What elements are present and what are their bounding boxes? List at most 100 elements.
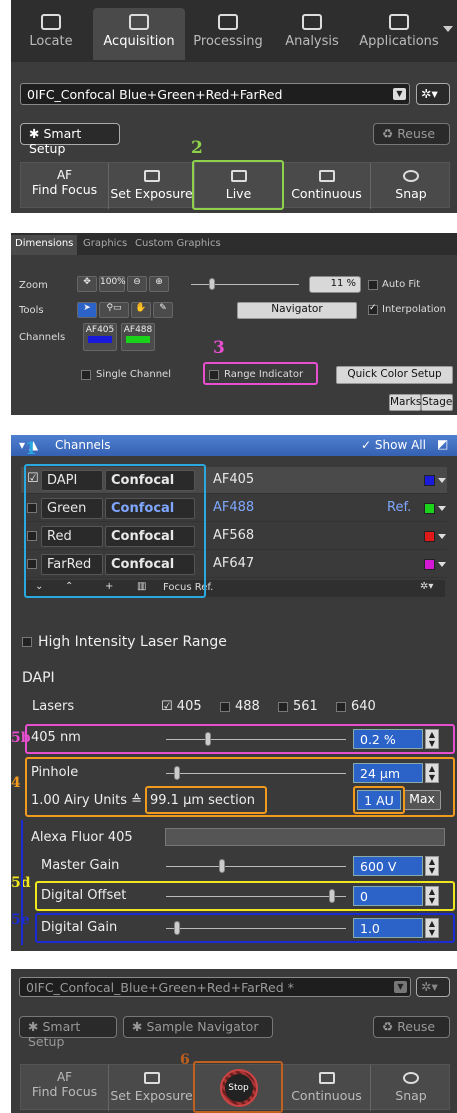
hand-icon: ✋ xyxy=(135,303,147,313)
channels-panel: ▾ ▲ Channels ✓ Show All ◩ ☑ DAPI Confoca… xyxy=(11,435,457,951)
master-gain-slider[interactable] xyxy=(166,866,346,867)
chevron-down-icon[interactable] xyxy=(438,506,446,511)
zoom-out-button[interactable]: ⊖ xyxy=(127,276,147,292)
pen-icon: ✎ xyxy=(159,303,167,313)
acquisition-icon xyxy=(129,14,149,30)
color-swatch-dapi[interactable] xyxy=(424,475,435,486)
master-gain-label: Master Gain xyxy=(41,858,120,873)
tab-dimensions[interactable]: Dimensions xyxy=(11,235,78,255)
gear-icon: ✲▾ xyxy=(421,979,438,994)
laser-405-option[interactable]: ☑ 405 xyxy=(161,699,202,714)
master-gain-thumb[interactable] xyxy=(219,859,225,873)
chevron-down-icon: ▼ xyxy=(394,981,407,993)
zoom-label: Zoom xyxy=(19,280,48,291)
continuous-button[interactable]: Continuous xyxy=(283,1065,371,1111)
interpolation-checkbox[interactable] xyxy=(368,303,378,315)
color-swatch-green[interactable] xyxy=(424,503,435,514)
laser-488-label: 488 xyxy=(235,699,260,714)
smart-setup-button[interactable]: ✱ Smart Setup xyxy=(19,1016,117,1049)
zoom-slider-thumb[interactable] xyxy=(209,278,215,290)
high-intensity-label: High Intensity Laser Range xyxy=(38,634,227,650)
annotation-6: 6 xyxy=(180,1052,190,1068)
color-swatch-farred[interactable] xyxy=(424,559,435,570)
set-exposure-button[interactable]: Set Exposure xyxy=(109,1065,195,1111)
reuse-button[interactable]: ♻ Reuse xyxy=(373,1016,450,1038)
sample-navigator-button[interactable]: ✱ Sample Navigator xyxy=(123,1016,273,1038)
smart-setup-button[interactable]: ✱ Smart Setup xyxy=(20,123,120,156)
tools-label: Tools xyxy=(19,305,44,316)
zoom-in-button[interactable]: ⊕ xyxy=(149,276,169,292)
gear-icon[interactable]: ✲▾ xyxy=(420,581,433,592)
quick-color-setup-button[interactable]: Quick Color Setup xyxy=(336,366,453,384)
highlight-au xyxy=(353,786,405,814)
auto-fit-label: Auto Fit xyxy=(382,279,421,290)
tab-processing[interactable]: Processing xyxy=(187,8,269,60)
highlight-laser xyxy=(25,724,455,754)
high-intensity-checkbox[interactable] xyxy=(22,637,32,647)
gear-icon: ✲▾ xyxy=(421,86,438,101)
continuous-button[interactable]: Continuous xyxy=(283,163,371,209)
snap-button[interactable]: Snap xyxy=(371,163,451,209)
laser-561-checkbox[interactable] xyxy=(278,702,288,712)
auto-fit-checkbox[interactable] xyxy=(368,280,378,290)
show-all-toggle[interactable]: ✓ Show All xyxy=(361,438,426,452)
channel-dye-red: AF568 xyxy=(213,528,255,543)
snap-button[interactable]: Snap xyxy=(371,1065,451,1111)
stage-button[interactable]: Stage xyxy=(421,394,453,411)
highlight-gain xyxy=(35,913,455,943)
locate-icon xyxy=(41,14,61,30)
laser-640-checkbox[interactable] xyxy=(336,702,346,712)
set-exposure-button[interactable]: Set Exposure xyxy=(109,163,195,209)
wand-icon: ✱ xyxy=(132,1019,147,1034)
tab-analysis[interactable]: Analysis xyxy=(273,8,351,60)
zoom-in-icon: ⊕ xyxy=(155,277,163,287)
popout-icon[interactable]: ◩ xyxy=(437,437,448,451)
experiment-settings-button[interactable]: ✲▾ xyxy=(416,977,450,997)
reuse-icon: ♻ xyxy=(382,1019,398,1034)
tab-locate[interactable]: Locate xyxy=(11,8,91,60)
laser-488-checkbox[interactable] xyxy=(220,702,230,712)
annotation-3: 3 xyxy=(213,338,225,358)
view-tabs: Dimensions Graphics Custom Graphics xyxy=(11,233,457,255)
zoom-100-button[interactable]: 100% xyxy=(99,276,126,292)
highlight-offset xyxy=(35,881,455,911)
applications-icon xyxy=(389,14,409,30)
marks-button[interactable]: Marks xyxy=(389,394,421,411)
camera-icon xyxy=(143,170,160,182)
experiment-select-running[interactable]: 0IFC_Confocal_Blue+Green+Red+FarRed * ▼ xyxy=(19,977,411,997)
color-swatch-red[interactable] xyxy=(424,531,435,542)
tab-acquisition[interactable]: Acquisition xyxy=(93,8,185,60)
zoom-value-field[interactable]: 11 % xyxy=(309,276,361,293)
pen-tool-button[interactable]: ✎ xyxy=(153,302,173,318)
find-focus-button[interactable]: AF Find Focus xyxy=(21,163,109,209)
highlight-section xyxy=(145,786,267,814)
interpolation-label: Interpolation xyxy=(382,304,446,315)
experiment-select[interactable]: 0IFC_Confocal Blue+Green+Red+FarRed ▼ xyxy=(20,83,410,105)
tabs-menu-icon[interactable] xyxy=(443,26,453,32)
pointer-tool-button[interactable]: ➤ xyxy=(77,302,97,318)
pan-tool-button[interactable]: ✋ xyxy=(131,302,151,318)
channel-af405-button[interactable]: AF405 xyxy=(83,323,117,351)
tab-graphics[interactable]: Graphics xyxy=(79,235,131,255)
master-gain-value[interactable]: 600 V xyxy=(353,856,423,876)
reuse-button[interactable]: ♻ Reuse xyxy=(373,123,450,145)
chevron-down-icon[interactable] xyxy=(438,478,446,483)
main-tabs: Locate Acquisition Processing Analysis A… xyxy=(11,0,457,62)
tab-custom-graphics[interactable]: Custom Graphics xyxy=(131,235,225,255)
chevron-down-icon[interactable] xyxy=(438,562,446,567)
chevron-down-icon[interactable] xyxy=(438,534,446,539)
find-focus-button[interactable]: AF Find Focus xyxy=(21,1065,109,1111)
zoom-rect-tool-button[interactable]: ⚲▭ xyxy=(99,302,129,318)
tab-applications[interactable]: Applications xyxy=(353,8,445,60)
single-channel-checkbox[interactable] xyxy=(81,370,91,380)
navigator-button[interactable]: Navigator xyxy=(237,302,357,319)
experiment-settings-button[interactable]: ✲▾ xyxy=(416,83,450,105)
detector-label: Alexa Fluor 405 xyxy=(31,830,133,845)
zoom-fit-button[interactable]: ✥ xyxy=(77,276,97,292)
channel-af488-button[interactable]: AF488 xyxy=(121,323,155,351)
detector-group-line xyxy=(21,820,23,945)
single-channel-label: Single Channel xyxy=(96,369,171,380)
annotation-4: 4 xyxy=(11,775,21,791)
master-gain-spinner[interactable]: ▲ ▼ xyxy=(425,856,439,876)
zoom-slider[interactable] xyxy=(191,284,299,285)
